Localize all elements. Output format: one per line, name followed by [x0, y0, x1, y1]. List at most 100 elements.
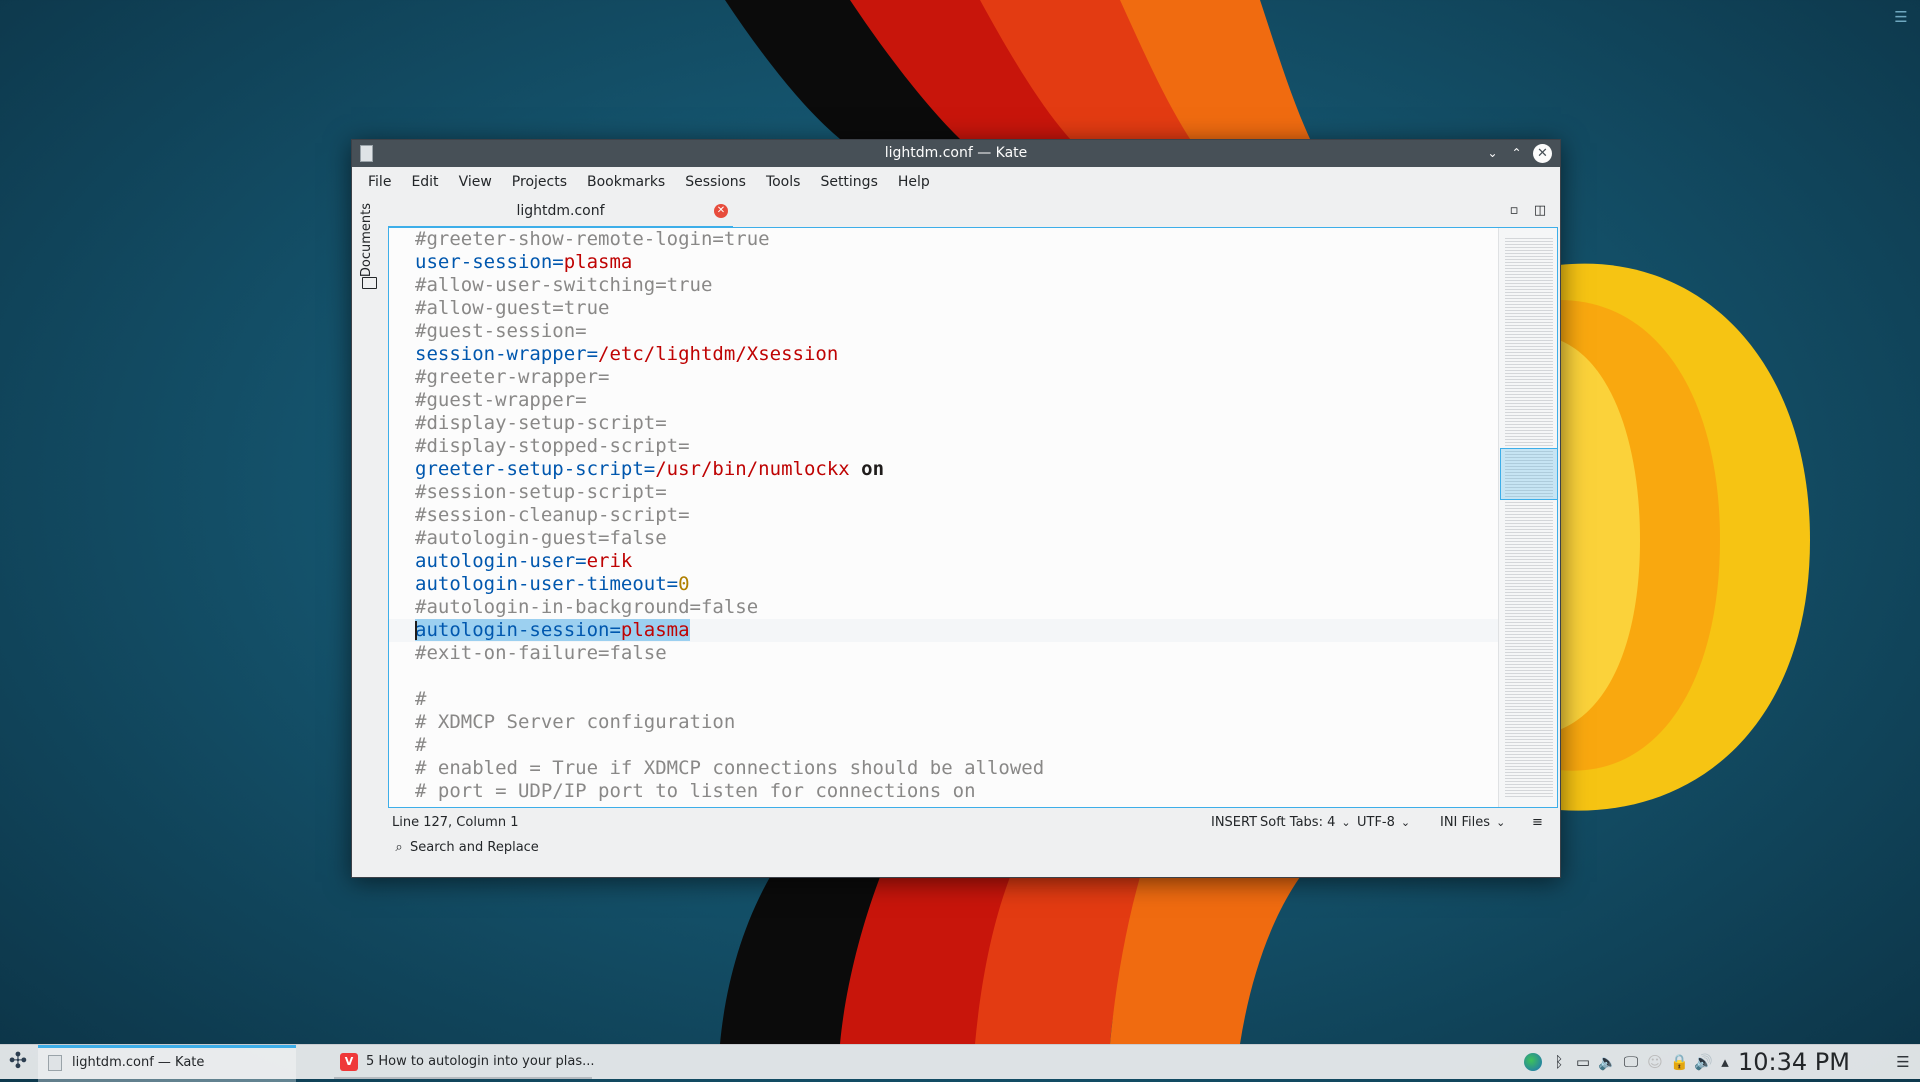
code-line[interactable]: user-session=plasma — [389, 251, 1499, 274]
documents-sidebar-toggle[interactable]: Documents — [352, 197, 386, 709]
code-line[interactable]: greeter-setup-script=/usr/bin/numlockx o… — [389, 458, 1499, 481]
code-line[interactable]: autologin-user-timeout=0 — [389, 573, 1499, 596]
chevron-down-icon: ⌄ — [1496, 816, 1506, 829]
tab-lightdm-conf[interactable]: lightdm.conf ✕ — [388, 197, 733, 228]
code-line[interactable]: #autologin-in-background=false — [389, 596, 1499, 619]
menu-settings[interactable]: Settings — [810, 167, 887, 197]
encoding-selector[interactable]: UTF-8 ⌄ — [1357, 815, 1410, 830]
menu-projects[interactable]: Projects — [502, 167, 577, 197]
minimap-scrollbar[interactable] — [1498, 228, 1557, 807]
maximize-button[interactable]: ⌃ — [1507, 144, 1526, 163]
desktop-toolbox-icon[interactable]: ☰ — [1890, 6, 1912, 28]
menu-bookmarks[interactable]: Bookmarks — [577, 167, 675, 197]
code-area[interactable]: #greeter-show-remote-login=true user-sess… — [389, 228, 1499, 807]
indent-settings[interactable]: Soft Tabs: 4 ⌄ — [1260, 815, 1351, 830]
minimap-viewport[interactable] — [1500, 448, 1557, 500]
code-line[interactable]: #display-stopped-script= — [389, 435, 1499, 458]
task-vivaldi[interactable]: V 5 How to autologin into your plas... — [334, 1045, 595, 1079]
config-key: user-session — [415, 251, 553, 273]
code-line[interactable]: #autologin-guest=false — [389, 527, 1499, 550]
menu-view[interactable]: View — [449, 167, 502, 197]
code-line[interactable]: #display-setup-script= — [389, 412, 1499, 435]
display-icon[interactable]: 🖵 — [1622, 1053, 1640, 1071]
indent-label: Soft Tabs: 4 — [1260, 815, 1336, 830]
code-line[interactable]: autologin-user=erik — [389, 550, 1499, 573]
editor-view[interactable]: #greeter-show-remote-login=true user-sess… — [388, 227, 1558, 808]
code-line[interactable]: # — [389, 734, 1499, 757]
documents-label: Documents — [359, 203, 374, 278]
key-value-pair: autologin-user=erik — [415, 550, 632, 572]
window-titlebar[interactable]: lightdm.conf — Kate ⌄ ⌃ ✕ — [352, 140, 1560, 167]
minimap-content — [1505, 238, 1553, 798]
status-bar: Line 127, Column 1 INSERT Soft Tabs: 4 ⌄ … — [388, 810, 1556, 836]
code-line[interactable]: # — [389, 688, 1499, 711]
chevron-down-icon: ⌄ — [1341, 816, 1351, 829]
menu-file[interactable]: File — [358, 167, 401, 197]
window-title: lightdm.conf — Kate — [884, 145, 1028, 161]
key-value-pair: session-wrapper=/etc/lightdm/Xsession — [415, 343, 838, 365]
code-line[interactable]: # enabled = True if XDMCP connections sh… — [389, 757, 1499, 780]
task-kate[interactable]: lightdm.conf — Kate — [38, 1045, 296, 1082]
minimize-button[interactable]: ⌄ — [1483, 144, 1502, 163]
equals-sign: = — [609, 619, 621, 641]
panel-menu-icon[interactable]: ☰ — [1894, 1053, 1912, 1071]
code-line[interactable]: #greeter-show-remote-login=true — [389, 228, 1499, 251]
code-line[interactable]: #session-cleanup-script= — [389, 504, 1499, 527]
config-key: session-wrapper — [415, 343, 587, 365]
syntax-selector[interactable]: INI Files ⌄ — [1440, 815, 1505, 830]
text-cursor — [415, 621, 417, 640]
input-mode[interactable]: INSERT — [1211, 815, 1257, 830]
close-window-button[interactable]: ✕ — [1533, 144, 1552, 163]
network-globe-icon[interactable] — [1524, 1053, 1542, 1071]
battery-icon[interactable]: ▭ — [1574, 1053, 1592, 1071]
kate-task-icon — [48, 1054, 62, 1071]
cursor-position[interactable]: Line 127, Column 1 — [392, 815, 519, 830]
user-icon[interactable]: ☺ — [1646, 1053, 1664, 1071]
comment-text: #guest-session= — [415, 320, 587, 342]
code-line[interactable] — [389, 665, 1499, 688]
config-value: 0 — [678, 573, 690, 595]
menu-sessions[interactable]: Sessions — [675, 167, 756, 197]
menu-help[interactable]: Help — [888, 167, 940, 197]
code-line[interactable]: autologin-session=plasma — [389, 619, 1499, 642]
split-view-icon[interactable]: ◫ — [1532, 203, 1548, 219]
menu-edit[interactable]: Edit — [401, 167, 448, 197]
audio-icon[interactable]: 🔈 — [1598, 1053, 1617, 1071]
tab-label: lightdm.conf — [516, 203, 605, 219]
application-launcher-icon[interactable]: ✣ — [4, 1048, 32, 1076]
equals-sign: = — [666, 573, 679, 595]
config-value: plasma — [620, 619, 690, 641]
config-key: autologin-user-timeout — [415, 573, 667, 595]
close-tab-icon[interactable]: ✕ — [714, 204, 728, 218]
code-line[interactable]: #session-setup-script= — [389, 481, 1499, 504]
lock-icon[interactable]: 🔒 — [1670, 1053, 1689, 1071]
code-line[interactable]: #allow-user-switching=true — [389, 274, 1499, 297]
search-and-replace-button[interactable]: ⌕ Search and Replace — [388, 840, 539, 868]
code-line[interactable]: # XDMCP Server configuration — [389, 711, 1499, 734]
config-value: /etc/lightdm/Xsession — [598, 343, 839, 365]
code-line[interactable]: session-wrapper=/etc/lightdm/Xsession — [389, 343, 1499, 366]
show-hidden-icons-icon[interactable]: ▴ — [1716, 1053, 1734, 1071]
config-key: autologin-session — [415, 619, 610, 641]
volume-icon[interactable]: 🔊 — [1694, 1053, 1713, 1071]
config-value: plasma — [563, 251, 633, 273]
bluetooth-icon[interactable]: ᛒ — [1550, 1053, 1568, 1071]
menu-tools[interactable]: Tools — [756, 167, 811, 197]
code-line[interactable]: #guest-session= — [389, 320, 1499, 343]
word-wrap-icon[interactable]: ≡ — [1532, 815, 1543, 830]
code-line[interactable]: #greeter-wrapper= — [389, 366, 1499, 389]
equals-sign: = — [575, 550, 587, 572]
equals-sign: = — [586, 343, 599, 365]
comment-text: # XDMCP Server configuration — [415, 711, 736, 733]
key-value-pair: user-session=plasma — [415, 251, 632, 273]
comment-text: #allow-user-switching=true — [415, 274, 713, 296]
code-line[interactable]: # port = UDP/IP port to listen for conne… — [389, 780, 1499, 803]
search-label: Search and Replace — [410, 840, 539, 855]
clock[interactable]: 10:34 PM — [1738, 1047, 1850, 1077]
code-line[interactable]: #allow-guest=true — [389, 297, 1499, 320]
document-icon[interactable]: ▫ — [1506, 203, 1522, 219]
system-tray: ᛒ ▭ 🔈 🖵 ☺ 🔒 🔊 ▴ 10:34 PM ☰ — [1500, 1045, 1920, 1079]
code-line[interactable]: #guest-wrapper= — [389, 389, 1499, 412]
chevron-down-icon: ⌄ — [1400, 816, 1411, 829]
code-line[interactable]: #exit-on-failure=false — [389, 642, 1499, 665]
